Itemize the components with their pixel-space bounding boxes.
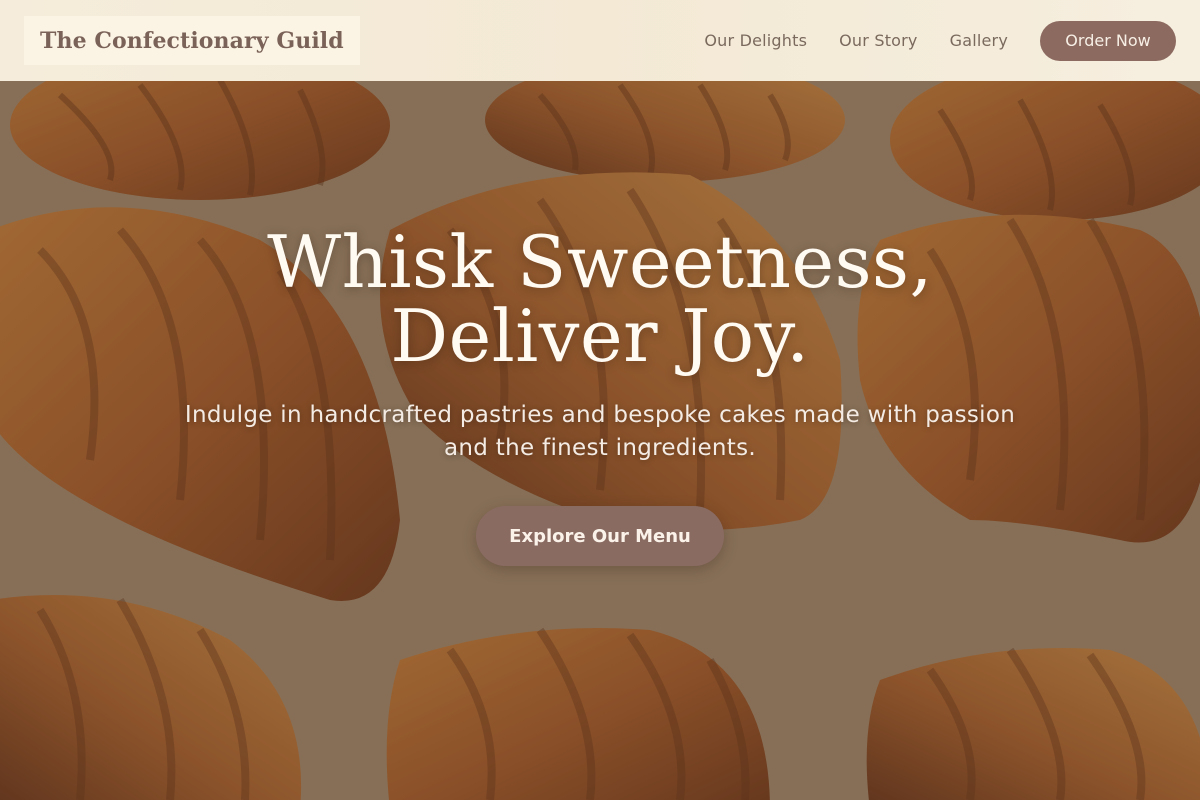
nav-link-our-delights[interactable]: Our Delights [704, 31, 807, 50]
hero-title-line: Whisk Sweetness, [267, 220, 933, 304]
hero-title: Whisk Sweetness, Deliver Joy. [0, 225, 1200, 373]
explore-menu-button[interactable]: Explore Our Menu [476, 506, 724, 566]
nav-link-our-story[interactable]: Our Story [839, 31, 917, 50]
nav-link-gallery[interactable]: Gallery [950, 31, 1008, 50]
hero-title-line: Deliver Joy. [390, 294, 810, 378]
site-header: The Confectionary Guild Our Delights Our… [0, 0, 1200, 81]
brand-logo[interactable]: The Confectionary Guild [24, 16, 360, 65]
order-now-button[interactable]: Order Now [1040, 20, 1176, 61]
hero-content: Whisk Sweetness, Deliver Joy. Indulge in… [0, 225, 1200, 465]
main-nav: Our Delights Our Story Gallery Order Now [704, 20, 1176, 61]
hero-subtitle: Indulge in handcrafted pastries and besp… [184, 402, 1016, 461]
